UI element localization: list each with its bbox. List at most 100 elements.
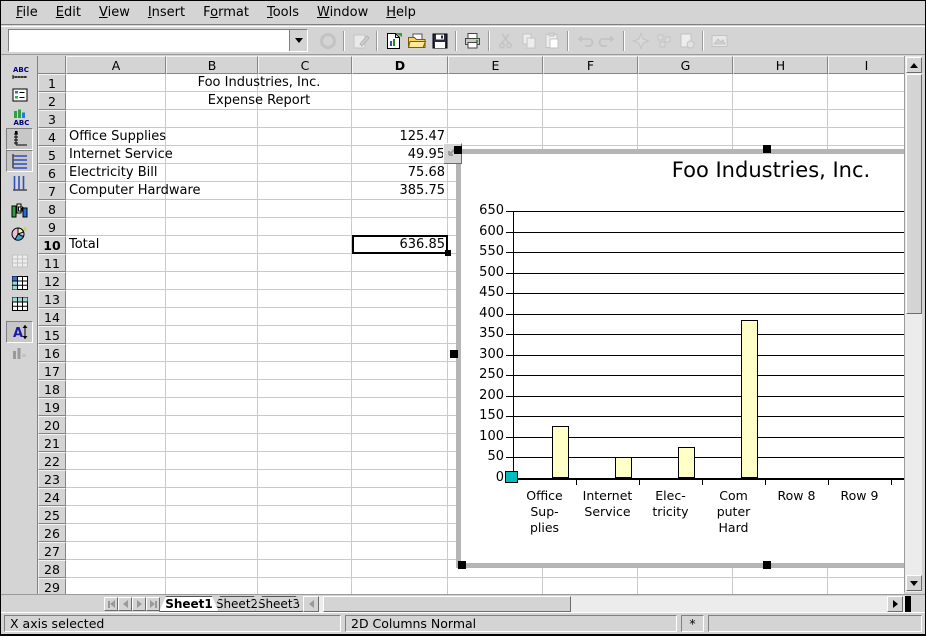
menu-tools[interactable]: Tools [258, 3, 308, 22]
chart-resize-handle-bottom-middle[interactable] [763, 561, 771, 569]
scroll-left-button[interactable] [303, 596, 319, 612]
row-header-28[interactable]: 28 [38, 560, 66, 578]
menu-file[interactable]: File [7, 3, 47, 22]
scroll-down-button[interactable] [906, 575, 922, 591]
autoformat-chart-button[interactable] [6, 222, 33, 244]
column-header-A[interactable]: A [66, 56, 166, 74]
vertical-scroll-thumb[interactable] [906, 74, 922, 314]
chart-resize-handle-left-middle[interactable] [450, 350, 458, 358]
cell-D7[interactable]: 385.75 [352, 182, 448, 200]
menu-window[interactable]: Window [308, 3, 377, 22]
cell-D6[interactable]: 75.68 [352, 164, 448, 182]
column-header-I[interactable]: I [828, 56, 905, 74]
scale-text-button[interactable]: A [6, 321, 33, 343]
row-header-19[interactable]: 19 [38, 398, 66, 416]
x-axis[interactable] [513, 478, 906, 480]
row-header-6[interactable]: 6 [38, 164, 66, 182]
row-header-14[interactable]: 14 [38, 308, 66, 326]
title-on-off-button[interactable]: ABC [6, 62, 33, 84]
column-header-B[interactable]: B [166, 56, 258, 74]
row-header-27[interactable]: 27 [38, 542, 66, 560]
menu-insert[interactable]: Insert [139, 3, 194, 22]
cell-A5[interactable]: Internet Service [66, 146, 166, 164]
select-all-corner[interactable] [38, 56, 66, 74]
sheet-tab-sheet1[interactable]: Sheet1 [159, 596, 219, 612]
cell-A6[interactable]: Electricity Bill [66, 164, 166, 182]
menu-edit[interactable]: Edit [47, 3, 90, 22]
row-header-11[interactable]: 11 [38, 254, 66, 272]
cell-A10[interactable]: Total [66, 236, 166, 254]
row-header-16[interactable]: 16 [38, 344, 66, 362]
row-header-3[interactable]: 3 [38, 110, 66, 128]
column-header-G[interactable]: G [638, 56, 733, 74]
row-header-5[interactable]: 5 [38, 146, 66, 164]
split-handle[interactable] [905, 596, 911, 612]
row-header-20[interactable]: 20 [38, 416, 66, 434]
cell-B1[interactable]: Foo Industries, Inc. [166, 74, 352, 92]
chart-resize-handle-top-left[interactable] [454, 146, 462, 154]
row-header-23[interactable]: 23 [38, 470, 66, 488]
new-document-button[interactable] [382, 29, 405, 52]
first-sheet-button[interactable] [104, 597, 118, 611]
horizontal-scrollbar[interactable] [303, 596, 911, 612]
legend-on-off-button[interactable] [6, 84, 33, 106]
row-header-29[interactable]: 29 [38, 578, 66, 594]
sheet-tab-sheet2[interactable]: Sheet2 [213, 596, 261, 612]
data-in-rows-button[interactable] [6, 272, 33, 294]
row-header-10[interactable]: 10 [38, 236, 66, 254]
cell-A7[interactable]: Computer Hardware [66, 182, 166, 200]
cell-D4[interactable]: 125.47 [352, 128, 448, 146]
cell-A4[interactable]: Office Supplies [66, 128, 166, 146]
row-header-17[interactable]: 17 [38, 362, 66, 380]
previous-sheet-button[interactable] [118, 597, 132, 611]
print-button[interactable] [461, 29, 484, 52]
axis-description-button[interactable] [6, 128, 33, 150]
bar-office-supplies[interactable] [552, 426, 569, 478]
menu-format[interactable]: Format [194, 3, 258, 22]
menu-view[interactable]: View [90, 3, 139, 22]
bar-internet-service[interactable] [615, 457, 632, 478]
column-header-H[interactable]: H [733, 56, 828, 74]
row-header-1[interactable]: 1 [38, 74, 66, 92]
row-header-24[interactable]: 24 [38, 488, 66, 506]
chart-type-button[interactable]: ▣ [6, 200, 33, 222]
axes-title-on-off-button[interactable]: ABC [6, 106, 33, 128]
row-header-26[interactable]: 26 [38, 524, 66, 542]
column-header-F[interactable]: F [543, 56, 638, 74]
row-header-22[interactable]: 22 [38, 452, 66, 470]
row-header-8[interactable]: 8 [38, 200, 66, 218]
scroll-up-button[interactable] [906, 57, 922, 73]
column-header-C[interactable]: C [258, 56, 352, 74]
row-header-12[interactable]: 12 [38, 272, 66, 290]
chart-title[interactable]: Foo Industries, Inc. [456, 158, 926, 182]
selection-fill-handle[interactable] [445, 250, 451, 256]
chart-resize-handle-bottom-left[interactable] [458, 561, 466, 569]
row-header-21[interactable]: 21 [38, 434, 66, 452]
url-dropdown-button[interactable] [289, 30, 307, 51]
last-sheet-button[interactable] [146, 597, 160, 611]
next-sheet-button[interactable] [132, 597, 146, 611]
cell-B2[interactable]: Expense Report [166, 92, 352, 110]
scroll-right-button[interactable] [887, 596, 903, 612]
vertical-grid-button[interactable] [6, 172, 33, 194]
chart-resize-handle-top-middle[interactable] [763, 145, 771, 153]
url-input[interactable] [9, 30, 289, 51]
row-header-2[interactable]: 2 [38, 92, 66, 110]
row-header-4[interactable]: 4 [38, 128, 66, 146]
row-header-25[interactable]: 25 [38, 506, 66, 524]
row-header-18[interactable]: 18 [38, 380, 66, 398]
row-header-13[interactable]: 13 [38, 290, 66, 308]
horizontal-grid-button[interactable] [6, 150, 33, 172]
cell-D5[interactable]: 49.95 [352, 146, 448, 164]
sheet-tab-sheet3[interactable]: Sheet3 [255, 596, 303, 612]
vertical-scrollbar[interactable] [904, 56, 922, 592]
bar-electricity[interactable] [678, 447, 695, 478]
horizontal-scroll-thumb[interactable] [323, 596, 571, 612]
embedded-chart[interactable]: Foo Industries, Inc. 0501001502002503003… [456, 149, 926, 568]
row-header-7[interactable]: 7 [38, 182, 66, 200]
column-header-D[interactable]: D [352, 56, 448, 74]
url-combobox[interactable] [8, 29, 308, 52]
save-button[interactable] [428, 29, 451, 52]
data-in-columns-button[interactable] [6, 293, 33, 315]
row-header-15[interactable]: 15 [38, 326, 66, 344]
